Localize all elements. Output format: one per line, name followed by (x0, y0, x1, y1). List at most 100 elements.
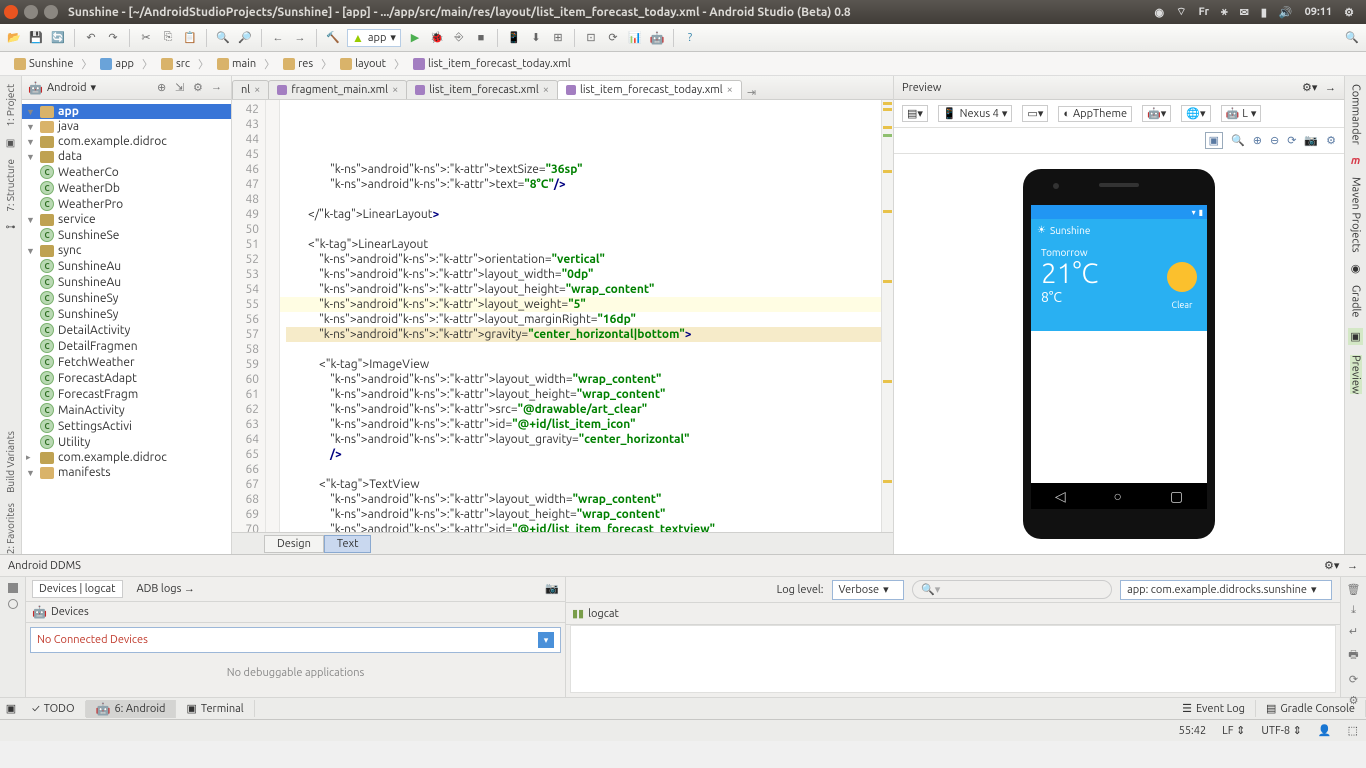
tree-cls[interactable]: CForecastFragm (22, 386, 231, 402)
viewport-icon[interactable]: ▣ (1205, 132, 1223, 149)
hide-icon[interactable]: → (211, 81, 225, 95)
session-icon[interactable]: ⚙ (1344, 6, 1354, 19)
close-icon[interactable]: × (727, 84, 733, 96)
wifi-icon[interactable]: ⌔ (1176, 5, 1186, 19)
tab-dropdown-icon[interactable]: ⇥ (741, 86, 762, 99)
code-body[interactable]: "k-ns">android"k-ns">:"k-attr">textSize=… (280, 100, 881, 532)
zoom-fit-icon[interactable]: 🔍 (1231, 134, 1245, 147)
line-ending-select[interactable]: LF ⇕ (1222, 724, 1245, 737)
crumb-project[interactable]: Sunshine (8, 57, 79, 71)
tree-cls[interactable]: CSunshineSe (22, 227, 231, 243)
window-close-icon[interactable] (4, 5, 18, 19)
crumb-file[interactable]: list_item_forecast_today.xml (407, 57, 577, 71)
toolwin-commander[interactable]: Commander (1350, 84, 1362, 145)
tab-list-item-forecast-today[interactable]: list_item_forecast_today.xml× (557, 80, 742, 99)
orientation-select[interactable]: ▭▾ (1022, 105, 1048, 122)
tab-list-item-forecast[interactable]: list_item_forecast.xml× (406, 80, 558, 99)
crumb-src[interactable]: src (155, 57, 196, 71)
locale-select[interactable]: 🌐▾ (1181, 105, 1210, 122)
crumb-main[interactable]: main (211, 57, 262, 71)
activity-select[interactable]: 🤖▾ (1142, 105, 1171, 122)
replace-icon[interactable]: 🔎 (237, 30, 253, 46)
tab-design[interactable]: Design (264, 535, 324, 553)
tree-cls[interactable]: CDetailFragmen (22, 338, 231, 354)
toolwin-toggle-icon[interactable]: ▣ (0, 702, 22, 715)
copy-icon[interactable]: ⎘ (160, 30, 176, 46)
structure-icon[interactable]: ⊡ (583, 30, 599, 46)
toolwin-terminal[interactable]: ▣ Terminal (176, 700, 254, 717)
tree-cls[interactable]: CWeatherPro (22, 196, 231, 212)
code-editor[interactable]: 4243444546474849505152535455565758596061… (232, 100, 893, 532)
crumb-layout[interactable]: layout (334, 57, 392, 71)
close-icon[interactable]: × (254, 84, 260, 96)
toolwin-project[interactable]: 1: Project (5, 84, 16, 127)
sync-gradle-icon[interactable]: ⟳ (605, 30, 621, 46)
encoding-select[interactable]: UTF-8 ⇕ (1261, 724, 1302, 737)
back-icon[interactable]: ← (270, 30, 286, 46)
open-icon[interactable]: 📂 (6, 30, 22, 46)
tab-devices-logcat[interactable]: Devices | logcat (32, 580, 123, 598)
tree-app[interactable]: ▼app (22, 104, 231, 119)
stop-icon[interactable]: ■ (473, 30, 489, 46)
soft-wrap-icon[interactable]: ↵ (1349, 625, 1358, 638)
toolwin-favorites[interactable]: 2: Favorites (5, 503, 16, 554)
tree-service[interactable]: ▼service (22, 212, 231, 227)
toolwin-android[interactable]: 🤖6: Android (86, 700, 177, 718)
api-select[interactable]: 🤖 L▾ (1221, 105, 1262, 122)
tree-cls[interactable]: CFetchWeather (22, 354, 231, 370)
toolwin-preview[interactable]: Preview (1350, 355, 1362, 394)
hide-icon[interactable]: → (1325, 82, 1336, 94)
battery-icon[interactable]: ▮ (1261, 6, 1267, 19)
save-icon[interactable]: 💾 (28, 30, 44, 46)
fold-gutter[interactable] (266, 100, 280, 532)
run-config-select[interactable]: ▲ app ▾ (347, 29, 401, 47)
toolwin-gradle[interactable]: Gradle (1350, 285, 1362, 318)
clock[interactable]: 09:11 (1305, 6, 1333, 18)
tree-cls[interactable]: CSunshineAu (22, 258, 231, 274)
zoom-in-icon[interactable]: ⊕ (1253, 134, 1262, 147)
tree-data[interactable]: ▼data (22, 149, 231, 164)
cursor-position[interactable]: 55:42 (1179, 725, 1207, 737)
log-filter-select[interactable]: app: com.example.didrocks.sunshine▾ (1120, 580, 1332, 600)
mail-icon[interactable]: ✉ (1240, 6, 1249, 19)
tree-cls[interactable]: CWeatherDb (22, 180, 231, 196)
gear-icon[interactable]: ⚙▾ (1324, 560, 1339, 572)
toolwin-todo[interactable]: ✓ TODO (22, 701, 86, 717)
tree-cls[interactable]: CMainActivity (22, 402, 231, 418)
restart-icon[interactable]: ⟳ (1349, 673, 1358, 686)
cut-icon[interactable]: ✂ (138, 30, 154, 46)
window-maximize-icon[interactable] (44, 5, 58, 19)
tree-cls[interactable]: CDetailActivity (22, 322, 231, 338)
tree-pkg[interactable]: ▼com.example.didroc (22, 134, 231, 149)
tree-cls[interactable]: CSunshineSy (22, 290, 231, 306)
project-view-select[interactable]: Android (47, 82, 87, 94)
android-robot-icon[interactable]: 🤖 (649, 30, 665, 46)
chevron-down-icon[interactable]: ▾ (91, 81, 97, 94)
crumb-res[interactable]: res (277, 57, 319, 71)
toolwin-build-variants[interactable]: Build Variants (5, 431, 16, 493)
crumb-module[interactable]: app (94, 57, 140, 71)
close-icon[interactable]: × (543, 84, 549, 96)
tree-cls[interactable]: CWeatherCo (22, 164, 231, 180)
attach-icon[interactable]: ⎆ (451, 30, 467, 46)
tab-text[interactable]: Text (324, 535, 372, 553)
tab-fragment-main[interactable]: fragment_main.xml× (268, 80, 407, 99)
chevron-down-icon[interactable]: ▾ (538, 632, 554, 648)
run-icon[interactable]: ▶ (407, 30, 423, 46)
avd-icon[interactable]: 📱 (506, 30, 522, 46)
build-icon[interactable]: 🔨 (325, 30, 341, 46)
device-select[interactable]: No Connected Devices ▾ (30, 627, 561, 653)
volume-icon[interactable]: 🔊 (1279, 6, 1293, 19)
search-everywhere-icon[interactable]: 🔍 (1344, 30, 1360, 46)
monitor-icon[interactable]: 📊 (627, 30, 643, 46)
gear-icon[interactable]: ⚙▾ (1302, 82, 1317, 94)
sync-icon[interactable]: 🔄 (50, 30, 66, 46)
hide-icon[interactable]: → (1347, 560, 1358, 572)
tree-cls[interactable]: CSettingsActivi (22, 418, 231, 434)
log-search-input[interactable]: 🔍▾ (912, 580, 1112, 599)
scroll-end-icon[interactable]: ⤓ (1351, 604, 1356, 617)
chrome-icon[interactable]: ◉ (1155, 6, 1165, 19)
window-minimize-icon[interactable] (24, 5, 38, 19)
tree-cls[interactable]: CSunshineSy (22, 306, 231, 322)
config-select[interactable]: ▤▾ (902, 105, 928, 122)
